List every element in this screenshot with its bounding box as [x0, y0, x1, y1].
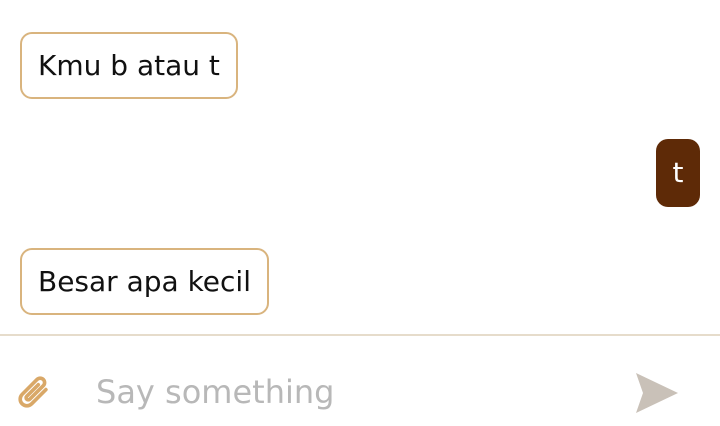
message-input[interactable] [96, 366, 596, 418]
message-composer [0, 336, 720, 426]
attach-button[interactable] [8, 368, 58, 418]
incoming-message-bubble: Besar apa kecil [20, 248, 269, 315]
paperclip-icon [18, 376, 48, 408]
incoming-message-bubble: Kmu b atau t [20, 32, 238, 99]
outgoing-message-bubble: t [656, 139, 700, 207]
send-icon [636, 373, 678, 413]
message-list: Kmu b atau t t Besar apa kecil [0, 0, 720, 334]
send-button[interactable] [630, 368, 682, 418]
